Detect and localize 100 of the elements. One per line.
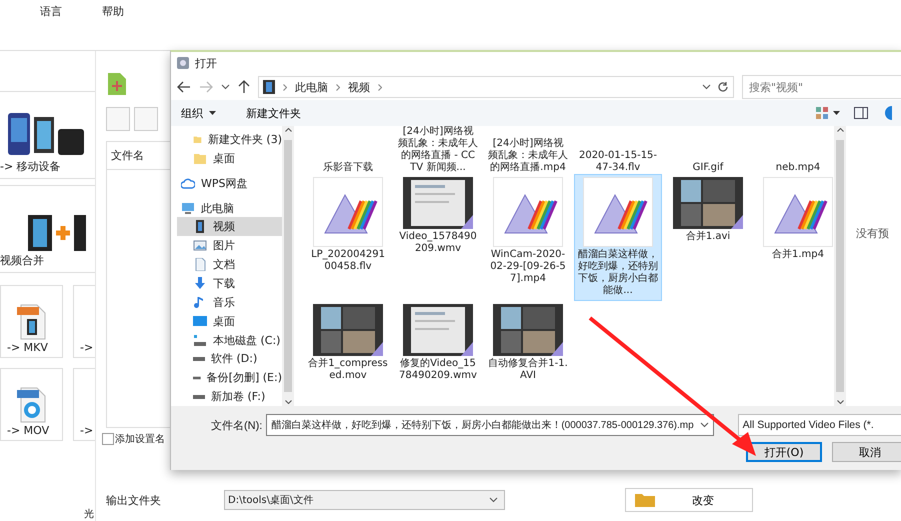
new-folder-button[interactable]: 新建文件夹 [246, 106, 301, 120]
video-thumbnail [313, 304, 383, 356]
up-arrow-icon[interactable] [238, 80, 250, 94]
folder-icon [193, 152, 207, 165]
file-name[interactable]: [24小时]网络视频乱象：未成年人的网络直播 - CCTV 新闻频... [398, 126, 478, 174]
file-item[interactable]: Video_1578490209.wmv [394, 174, 482, 301]
scroll-up-icon[interactable] [284, 128, 292, 132]
view-options-icon[interactable] [816, 107, 840, 119]
output-folder-dropdown[interactable]: D:\tools\桌面\文件 [224, 490, 505, 510]
status-text: 光 [84, 508, 94, 521]
nav-item[interactable]: 文档 [177, 255, 282, 274]
scroll-down-icon[interactable] [284, 400, 292, 404]
menu-item[interactable]: 帮助 [102, 4, 124, 22]
drive-icon [193, 334, 207, 347]
back-arrow-icon[interactable] [177, 81, 191, 93]
nav-item[interactable]: 音乐 [177, 292, 282, 312]
file-name-field[interactable]: 醋溜白菜这样做，好吃到爆，还特别下饭，厨房小白都能做出来！(000037.785-000129.376).mp [266, 414, 714, 436]
file-item[interactable]: 自动修复合并1-1.AVI [484, 301, 572, 386]
format-label: -> MKV [7, 341, 48, 354]
format-tile[interactable]: -> [73, 285, 95, 358]
menu-item[interactable]: 语言 [40, 4, 62, 22]
nav-item[interactable]: 本地磁盘 (C:) [177, 330, 282, 350]
format-label: -> [80, 424, 94, 437]
nav-item[interactable]: 备份[勿删] (E:) [177, 368, 282, 388]
video-thumbnail [493, 304, 563, 356]
drive-icon [193, 356, 205, 361]
dialog-button[interactable]: 取消 [832, 442, 901, 462]
nav-item[interactable]: 图片 [177, 236, 282, 256]
format-label: -> MOV [7, 424, 50, 437]
nav-item[interactable]: 桌面 [177, 148, 282, 168]
nav-item[interactable]: 新建文件夹 (3) [177, 130, 282, 149]
scroll-up-icon[interactable] [836, 128, 844, 132]
change-button[interactable]: 改变 [625, 488, 753, 512]
profile-label: -> 移动设备 [0, 159, 61, 174]
recent-locations-icon [221, 84, 230, 90]
folder-icon [634, 492, 656, 508]
app-icon [177, 57, 189, 69]
file-item[interactable]: LP_20200429100458.flv [304, 174, 392, 301]
organize-button[interactable]: 组织 [181, 106, 216, 120]
document-icon [193, 258, 207, 272]
video-thumbnail [673, 177, 743, 229]
scroll-down-icon[interactable] [836, 400, 844, 404]
file-name[interactable]: neb.mp4 [776, 162, 820, 174]
address-bar[interactable]: 此电脑 视频 [258, 76, 734, 98]
profile-card[interactable]: -> 移动设备 [0, 91, 95, 179]
monitor-icon [193, 314, 207, 328]
mov-file-icon [17, 386, 47, 424]
checkbox-label: 添加设置名 [115, 432, 165, 446]
download-icon [193, 276, 207, 290]
film-icon [263, 80, 275, 94]
file-name-label: 文件名(N): [211, 418, 262, 432]
file-item[interactable]: 合并1.avi [664, 174, 752, 301]
file-add-icon [106, 71, 128, 97]
checkbox[interactable] [102, 433, 114, 445]
history-dropdown-icon [702, 84, 711, 90]
video-thumbnail [403, 304, 473, 356]
search-field[interactable]: 搜索"视频" [742, 75, 901, 99]
drive-icon [193, 376, 201, 380]
preview-message: 没有预 [855, 226, 890, 242]
app-logo-icon [583, 177, 653, 247]
computer-icon [181, 202, 195, 214]
nav-item[interactable]: 此电脑 [177, 198, 282, 218]
app-logo-icon [313, 177, 383, 247]
scrollbar[interactable] [282, 126, 294, 406]
video-thumbnail [403, 177, 473, 229]
file-item[interactable]: 合并1_compressed.mov [304, 301, 392, 386]
film-icon [193, 220, 207, 234]
cloud-icon [181, 176, 195, 190]
chevron-right-icon [283, 84, 287, 90]
file-item[interactable]: 合并1.mp4 [754, 174, 834, 301]
picture-icon [193, 239, 207, 252]
dialog-title: 打开 [195, 56, 217, 70]
nav-item[interactable]: 新加卷 (F:) [177, 387, 282, 406]
breadcrumb-item[interactable]: 此电脑 [295, 80, 328, 94]
breadcrumb-item[interactable]: 视频 [348, 80, 370, 94]
file-type-dropdown[interactable]: All Supported Video Files (*. [738, 414, 901, 436]
dialog-button[interactable]: 打开(O) [746, 442, 822, 462]
refresh-icon[interactable] [717, 81, 729, 93]
format-label: -> [80, 341, 94, 354]
nav-item[interactable]: WPS网盘 [177, 174, 282, 193]
drive-icon [193, 394, 205, 399]
profile-label: 视频合并 [0, 253, 44, 268]
nav-item[interactable]: 桌面 [177, 312, 282, 331]
nav-item[interactable]: 软件 (D:) [177, 349, 282, 368]
nav-item[interactable]: 下载 [177, 274, 282, 293]
file-name[interactable]: [24小时]网络视频乱象：未成年人的网络直播.mp4 [488, 138, 568, 174]
profile-card[interactable]: 视频合并 [0, 185, 95, 273]
preview-pane-icon[interactable] [854, 107, 868, 119]
file-item[interactable]: 修复的Video_1578490209.wmv [394, 301, 482, 386]
file-name[interactable]: 2020-01-15-15-47-34.flv [578, 150, 658, 174]
format-tile[interactable]: -> MKV [0, 285, 63, 358]
file-item[interactable]: 醋溜白菜这样做，好吃到爆，还特别下饭，厨房小白都能做... [574, 174, 662, 301]
file-item[interactable]: WinCam-2020-02-29-[09-26-57].mp4 [484, 174, 572, 301]
file-name[interactable]: GIF.gif [692, 162, 724, 174]
chevron-right-icon [336, 84, 340, 90]
scrollbar[interactable] [834, 126, 846, 406]
file-name[interactable]: 乐影音下载 [323, 162, 373, 174]
format-tile[interactable]: -> MOV [0, 368, 63, 441]
nav-item[interactable]: 视频 [177, 217, 282, 236]
output-folder-label: 输出文件夹 [106, 492, 162, 508]
